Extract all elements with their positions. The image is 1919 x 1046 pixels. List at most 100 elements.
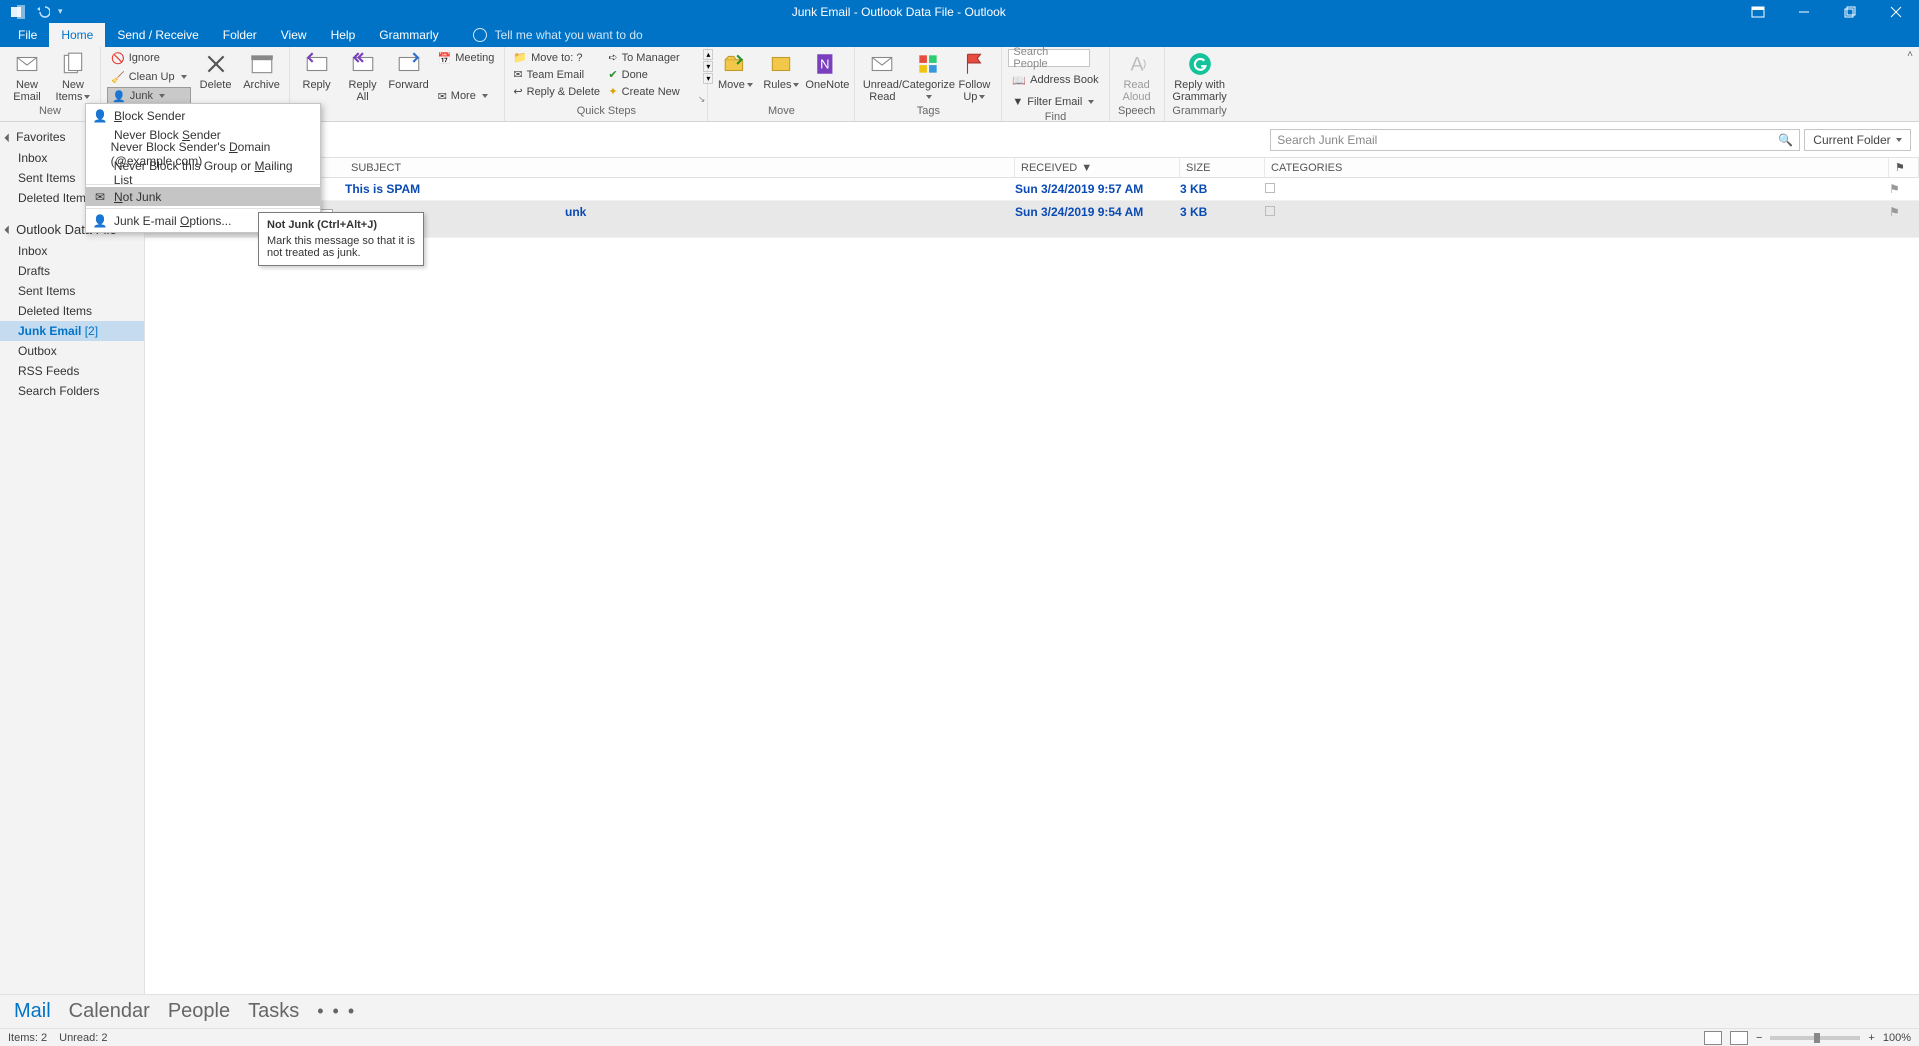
nav-sent[interactable]: Sent Items xyxy=(0,281,144,301)
cleanup-button[interactable]: 🧹Clean Up xyxy=(107,68,191,86)
quicksteps-launcher-icon[interactable]: ↘ xyxy=(698,94,706,105)
msg-flag[interactable]: ⚑ xyxy=(1889,205,1919,219)
ignore-icon: 🚫 xyxy=(111,52,125,65)
msg-subject: unk xyxy=(565,205,1015,219)
msg-flag[interactable]: ⚑ xyxy=(1889,182,1919,196)
close-button[interactable] xyxy=(1873,0,1919,23)
delete-button[interactable]: Delete xyxy=(195,49,237,91)
new-items-icon xyxy=(60,51,86,77)
maximize-button[interactable] xyxy=(1827,0,1873,23)
meeting-icon: 📅 xyxy=(438,52,452,65)
ribbon-display-options-icon[interactable] xyxy=(1735,0,1781,23)
unread-button[interactable]: Unread/ Read xyxy=(861,49,903,103)
col-categories[interactable]: Categories xyxy=(1265,158,1889,177)
message-row[interactable]: This is SPAM Sun 3/24/2019 9:57 AM 3 KB … xyxy=(145,178,1919,201)
archive-button[interactable]: Archive xyxy=(241,49,283,91)
rules-button[interactable]: Rules xyxy=(760,49,802,91)
qs-replydelete[interactable]: ↩Reply & Delete xyxy=(511,83,604,100)
nav-searchfolders[interactable]: Search Folders xyxy=(0,381,144,401)
col-subject[interactable]: Subject xyxy=(345,158,1015,177)
col-size[interactable]: Size xyxy=(1180,158,1265,177)
address-book-button[interactable]: 📖Address Book xyxy=(1008,71,1102,89)
categorize-button[interactable]: Categorize xyxy=(907,49,949,103)
new-items-label: New Items xyxy=(56,79,91,103)
tab-help[interactable]: Help xyxy=(319,23,368,47)
window-controls xyxy=(1735,0,1919,23)
module-more-icon[interactable]: • • • xyxy=(317,1001,356,1022)
nav-deleted[interactable]: Deleted Items xyxy=(0,301,144,321)
check-icon: ✔ xyxy=(608,68,617,81)
nav-drafts[interactable]: Drafts xyxy=(0,261,144,281)
menu-block-sender[interactable]: 👤Block Sender xyxy=(86,106,320,125)
tooltip-not-junk: Not Junk (Ctrl+Alt+J) Mark this message … xyxy=(258,212,424,266)
module-bar: Mail Calendar People Tasks • • • xyxy=(0,994,1919,1028)
zoom-out-icon[interactable]: − xyxy=(1756,1032,1762,1044)
minimize-button[interactable] xyxy=(1781,0,1827,23)
search-scope-dropdown[interactable]: Current Folder xyxy=(1804,129,1911,151)
junk-icon: 👤 xyxy=(112,90,126,103)
zoom-slider[interactable] xyxy=(1770,1036,1860,1040)
col-received[interactable]: Received ▼ xyxy=(1015,158,1180,177)
nav-junk[interactable]: Junk Email [2] xyxy=(0,321,144,341)
view-reading-icon[interactable] xyxy=(1730,1031,1748,1045)
tab-file[interactable]: File xyxy=(6,23,49,47)
onenote-button[interactable]: NOneNote xyxy=(806,49,848,91)
nav-rss[interactable]: RSS Feeds xyxy=(0,361,144,381)
qs-moveto[interactable]: 📁Move to: ? xyxy=(511,49,604,66)
search-input[interactable]: Search Junk Email 🔍 xyxy=(1270,129,1800,151)
reply-button[interactable]: Reply xyxy=(296,49,338,91)
new-email-button[interactable]: New Email xyxy=(6,49,48,103)
tab-view[interactable]: View xyxy=(269,23,319,47)
menu-never-block-group[interactable]: Never Block this Group or Mailing List xyxy=(86,163,320,182)
categorize-icon xyxy=(915,51,941,77)
nav-inbox[interactable]: Inbox xyxy=(0,241,144,261)
menu-not-junk[interactable]: ✉Not Junk xyxy=(86,187,320,206)
view-normal-icon[interactable] xyxy=(1704,1031,1722,1045)
junk-options-icon: 👤 xyxy=(92,213,108,229)
forward-button[interactable]: Forward xyxy=(388,49,430,91)
module-mail[interactable]: Mail xyxy=(14,1000,51,1023)
reply-all-button[interactable]: Reply All xyxy=(342,49,384,103)
msg-category[interactable] xyxy=(1265,205,1889,219)
status-bar: Items: 2 Unread: 2 − + 100% xyxy=(0,1028,1919,1046)
nav-outbox[interactable]: Outbox xyxy=(0,341,144,361)
zoom-in-icon[interactable]: + xyxy=(1868,1032,1874,1044)
tab-grammarly[interactable]: Grammarly xyxy=(367,23,450,47)
msg-received: Sun 3/24/2019 9:54 AM xyxy=(1015,205,1180,219)
collapse-ribbon-icon[interactable]: ˄ xyxy=(1907,49,1913,60)
msg-size: 3 KB xyxy=(1180,205,1265,219)
status-items: Items: 2 xyxy=(8,1032,47,1044)
col-flag[interactable]: ⚑ xyxy=(1889,158,1919,177)
qs-done[interactable]: ✔Done xyxy=(606,66,699,83)
more-respond-button[interactable]: ✉More xyxy=(434,87,499,105)
tab-send-receive[interactable]: Send / Receive xyxy=(105,23,210,47)
new-email-label: New Email xyxy=(13,79,41,103)
read-aloud-button[interactable]: ARead Aloud xyxy=(1116,49,1158,103)
module-people[interactable]: People xyxy=(168,1000,230,1023)
new-items-button[interactable]: New Items xyxy=(52,49,94,103)
msg-size: 3 KB xyxy=(1180,182,1265,196)
move-button[interactable]: Move xyxy=(714,49,756,91)
msg-category[interactable] xyxy=(1265,182,1889,196)
search-people-input[interactable]: Search People xyxy=(1008,49,1090,67)
zoom-level[interactable]: 100% xyxy=(1883,1032,1911,1044)
rules-icon xyxy=(768,51,794,77)
tab-home[interactable]: Home xyxy=(49,23,105,47)
undo-icon[interactable] xyxy=(34,4,50,20)
qs-tomanager[interactable]: ➪To Manager xyxy=(606,49,699,66)
reply-grammarly-button[interactable]: Reply with Grammarly xyxy=(1171,49,1229,103)
module-tasks[interactable]: Tasks xyxy=(248,1000,299,1023)
ignore-button[interactable]: 🚫Ignore xyxy=(107,49,191,67)
filter-email-button[interactable]: ▼Filter Email xyxy=(1008,93,1098,111)
tab-folder[interactable]: Folder xyxy=(211,23,269,47)
followup-button[interactable]: Follow Up xyxy=(953,49,995,103)
ribbon-group-find: Search People 📖Address Book ▼Filter Emai… xyxy=(1002,47,1109,121)
qs-team[interactable]: ✉Team Email xyxy=(511,66,604,83)
msg-subject: This is SPAM xyxy=(345,182,1015,196)
search-icon[interactable]: 🔍 xyxy=(1778,133,1793,147)
new-email-icon xyxy=(14,51,40,77)
tell-me[interactable]: Tell me what you want to do xyxy=(473,23,643,47)
qs-createnew[interactable]: ✦Create New xyxy=(606,83,699,100)
module-calendar[interactable]: Calendar xyxy=(69,1000,150,1023)
meeting-button[interactable]: 📅Meeting xyxy=(434,49,499,67)
